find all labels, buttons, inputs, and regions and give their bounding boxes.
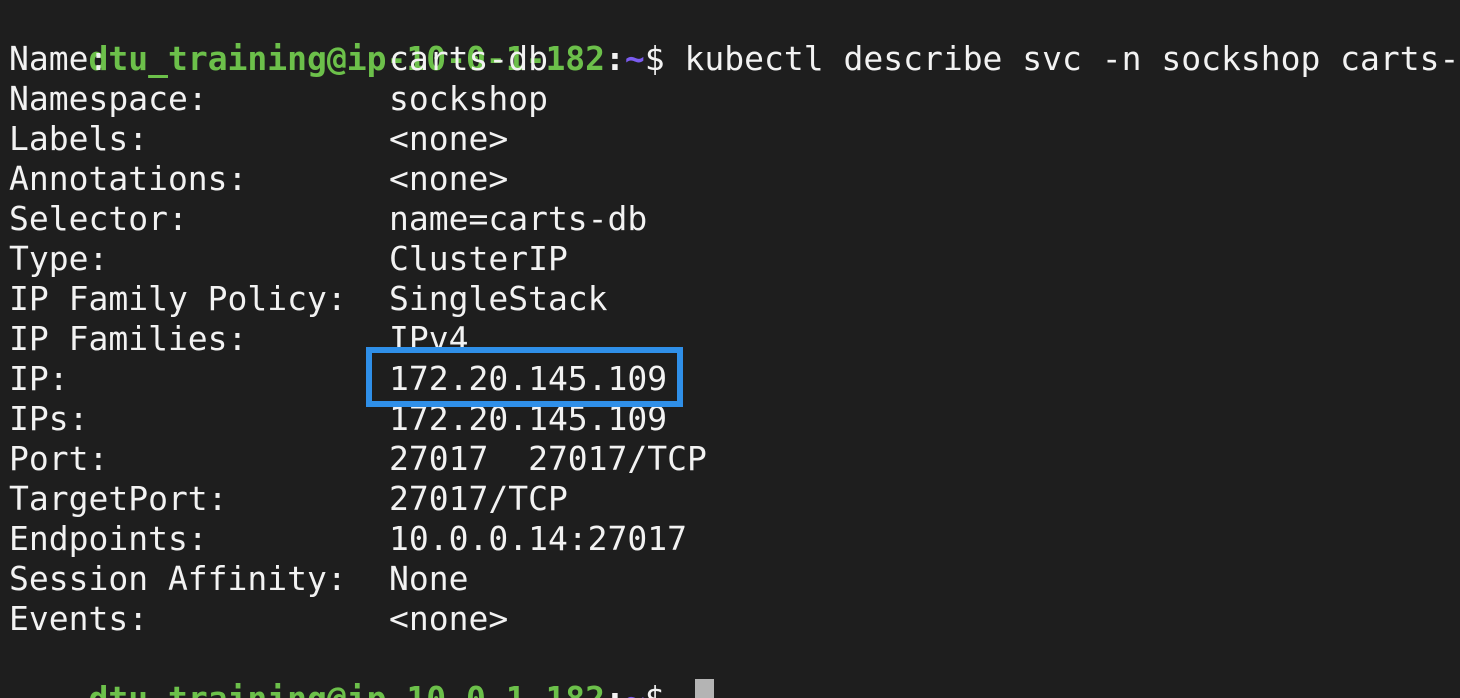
- terminal-window[interactable]: dtu_training@ip-10-0-1-182:~$ kubectl de…: [0, 0, 1460, 698]
- field-key: TargetPort:: [9, 479, 228, 518]
- text-cursor[interactable]: [694, 679, 714, 698]
- field-key: Annotations:: [9, 159, 248, 198]
- field-value: ClusterIP: [389, 239, 568, 278]
- prompt-line[interactable]: dtu_training@ip-10-0-1-182:~$: [9, 639, 1460, 698]
- prompt-dollar: $: [645, 679, 685, 698]
- field-key: IP Family Policy:: [9, 279, 347, 318]
- field-value: 27017/TCP: [389, 479, 568, 518]
- output-row-name: Name: carts-db: [9, 39, 1460, 79]
- field-key: Labels:: [9, 119, 149, 158]
- field-key: Events:: [9, 599, 149, 638]
- output-row-annotations: Annotations: <none>: [9, 159, 1460, 199]
- output-row-selector: Selector: name=carts-db: [9, 199, 1460, 239]
- output-row-namespace: Namespace: sockshop: [9, 79, 1460, 119]
- command-line: dtu_training@ip-10-0-1-182:~$ kubectl de…: [9, 0, 1460, 78]
- output-row-ip-family-policy: IP Family Policy: SingleStack: [9, 279, 1460, 319]
- field-key: IP Families:: [9, 319, 248, 358]
- field-value: name=carts-db: [389, 199, 648, 238]
- output-row-labels: Labels: <none>: [9, 119, 1460, 159]
- output-row-port: Port: 27017 27017/TCP: [9, 439, 1460, 479]
- prompt-tilde: ~: [625, 679, 645, 698]
- field-key: Type:: [9, 239, 109, 278]
- output-row-targetport: TargetPort: 27017/TCP: [9, 479, 1460, 519]
- field-value: None: [389, 559, 469, 598]
- field-value: 172.20.145.109: [389, 399, 668, 438]
- field-key: Endpoints:: [9, 519, 208, 558]
- prompt-user-host: dtu_training@ip-10-0-1-182: [88, 679, 605, 698]
- field-value: 172.20.145.109: [389, 359, 668, 398]
- field-value: carts-db: [389, 39, 548, 78]
- output-row-ips: IPs: 172.20.145.109: [9, 399, 1460, 439]
- field-value: 10.0.0.14:27017: [389, 519, 688, 558]
- field-key: Port:: [9, 439, 109, 478]
- field-value: <none>: [389, 159, 509, 198]
- field-value: <none>: [389, 599, 509, 638]
- field-key: Selector:: [9, 199, 188, 238]
- field-value: 27017 27017/TCP: [389, 439, 707, 478]
- output-row-type: Type: ClusterIP: [9, 239, 1460, 279]
- field-key: Session Affinity:: [9, 559, 347, 598]
- output-row-endpoints: Endpoints: 10.0.0.14:27017: [9, 519, 1460, 559]
- field-value: sockshop: [389, 79, 548, 118]
- field-key: IP:: [9, 359, 69, 398]
- output-row-ip: IP: 172.20.145.109: [9, 359, 1460, 399]
- prompt-colon: :: [605, 679, 625, 698]
- field-value: IPv4: [389, 319, 469, 358]
- output-row-events: Events: <none>: [9, 599, 1460, 639]
- output-row-ip-families: IP Families: IPv4: [9, 319, 1460, 359]
- field-key: Name:: [9, 39, 109, 78]
- field-value: SingleStack: [389, 279, 608, 318]
- field-key: Namespace:: [9, 79, 208, 118]
- field-value: <none>: [389, 119, 509, 158]
- field-key: IPs:: [9, 399, 89, 438]
- output-row-session-affinity: Session Affinity: None: [9, 559, 1460, 599]
